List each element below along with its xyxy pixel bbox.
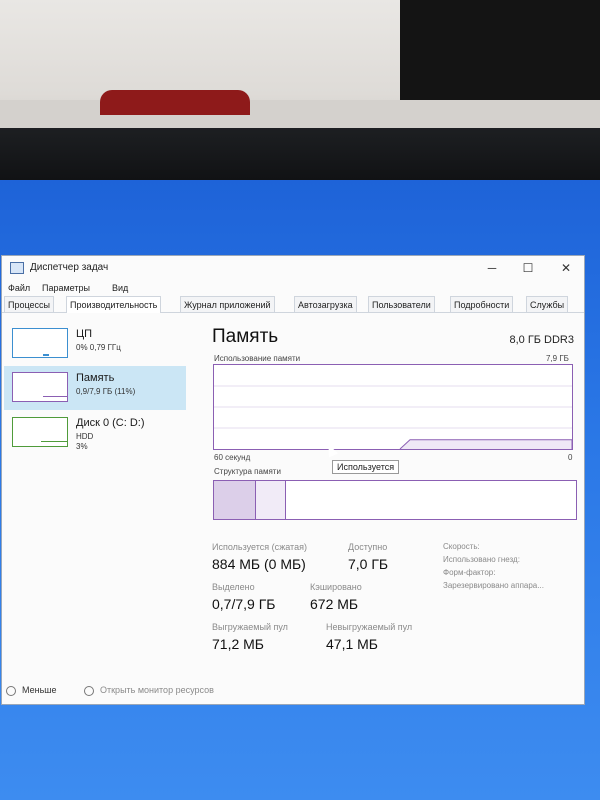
tab-services[interactable]: Службы: [526, 296, 569, 312]
tab-processes[interactable]: Процессы: [4, 296, 55, 312]
footer-bar: Меньше Открыть монитор ресурсов: [2, 681, 584, 701]
form-factor-label: Форм-фактор:: [443, 568, 496, 577]
menu-bar: Файл Параметры Вид: [2, 280, 584, 296]
paged-pool-value: 71,2 МБ: [212, 636, 264, 652]
cpu-thumbnail-graph: [12, 328, 68, 358]
maximize-button[interactable]: ☐: [510, 258, 546, 278]
nonpaged-pool-label: Невыгружаемый пул: [326, 622, 413, 632]
structure-in-use-segment[interactable]: [214, 481, 256, 519]
cached-value: 672 МБ: [310, 596, 359, 612]
tooltip: Используется: [332, 460, 400, 474]
memory-thumbnail-graph: [12, 372, 68, 402]
sidebar-disk-usage: 3%: [76, 442, 88, 451]
sidebar-memory-usage: 0,9/7,9 ГБ (11%): [76, 387, 136, 396]
usage-graph-max: 7,9 ГБ: [546, 354, 569, 363]
menu-options[interactable]: Параметры: [42, 283, 90, 293]
usage-graph-label: Использование памяти: [214, 354, 301, 363]
committed-value: 0,7/7,9 ГБ: [212, 596, 276, 612]
hardware-reserved-label: Зарезервировано аппара...: [443, 581, 544, 590]
minimize-button[interactable]: ─: [474, 258, 510, 278]
page-title: Память: [212, 326, 279, 347]
memory-usage-graph: [213, 364, 573, 450]
tab-details[interactable]: Подробности: [450, 296, 514, 312]
background-dark-object: [400, 0, 600, 100]
cached-label: Кэшировано: [310, 582, 362, 592]
close-button[interactable]: ✕: [548, 258, 584, 278]
tab-users[interactable]: Пользователи: [368, 296, 435, 312]
background-room: [0, 0, 600, 135]
sidebar-disk-title: Диск 0 (C: D:): [76, 417, 145, 429]
task-manager-icon: [10, 262, 24, 274]
sidebar-cpu-title: ЦП: [76, 328, 93, 340]
sidebar-disk-type: HDD: [76, 432, 94, 441]
tab-app-history[interactable]: Журнал приложений: [180, 296, 275, 312]
structure-standby-segment[interactable]: [256, 481, 286, 519]
available-value: 7,0 ГБ: [348, 556, 389, 572]
disk-thumbnail-graph: [12, 417, 68, 447]
sidebar-cpu-usage: 0% 0,79 ГГц: [76, 343, 121, 352]
nonpaged-pool-value: 47,1 МБ: [326, 636, 378, 652]
sidebar-item-disk[interactable]: Диск 0 (C: D:) HDD 3%: [4, 411, 186, 455]
time-axis-label: 60 секунд: [214, 453, 251, 462]
in-use-value: 884 МБ (0 МБ): [212, 556, 306, 572]
monitor-bezel: [0, 128, 600, 188]
speed-label: Скорость:: [443, 542, 480, 551]
memory-type-label: 8,0 ГБ DDR3: [509, 334, 574, 346]
menu-file[interactable]: Файл: [8, 283, 30, 293]
paged-pool-label: Выгружаемый пул: [212, 622, 288, 632]
tab-performance[interactable]: Производительность: [66, 296, 162, 313]
open-resource-monitor-link[interactable]: Открыть монитор ресурсов: [100, 685, 214, 695]
sidebar-item-cpu[interactable]: ЦП 0% 0,79 ГГц: [4, 322, 186, 366]
slots-label: Использовано гнезд:: [443, 555, 520, 564]
chevron-up-icon[interactable]: [6, 686, 16, 696]
time-axis-zero: 0: [568, 453, 573, 462]
structure-label: Структура памяти: [214, 467, 281, 476]
in-use-label: Используется (сжатая): [212, 542, 307, 552]
resource-monitor-icon[interactable]: [84, 686, 94, 696]
sidebar-item-memory[interactable]: Память 0,9/7,9 ГБ (11%): [4, 366, 186, 410]
sidebar-memory-title: Память: [76, 372, 115, 384]
window-title: Диспетчер задач: [30, 262, 109, 273]
committed-label: Выделено: [212, 582, 255, 592]
fewer-details-link[interactable]: Меньше: [22, 685, 57, 695]
memory-usage-line: [399, 439, 572, 449]
available-label: Доступно: [348, 542, 388, 552]
tab-strip: Процессы Производительность Журнал прило…: [2, 296, 584, 313]
task-manager-window: Диспетчер задач ─ ☐ ✕ Файл Параметры Вид…: [2, 256, 584, 704]
memory-structure-bar[interactable]: [213, 480, 577, 520]
tab-startup[interactable]: Автозагрузка: [294, 296, 357, 312]
background-red-object: [100, 90, 250, 115]
title-bar[interactable]: Диспетчер задач ─ ☐ ✕: [2, 256, 584, 280]
menu-view[interactable]: Вид: [112, 283, 128, 293]
